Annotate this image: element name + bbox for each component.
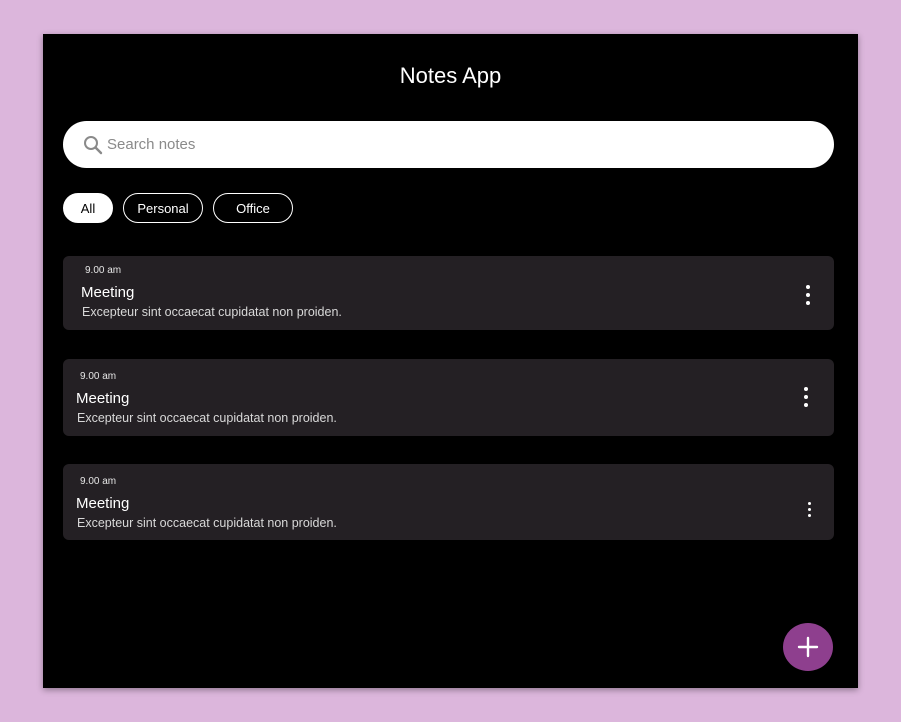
more-options-icon[interactable]	[800, 283, 816, 307]
note-body: Excepteur sint occaecat cupidatat non pr…	[77, 411, 337, 425]
filter-chip-personal[interactable]: Personal	[123, 193, 203, 223]
filter-chip-office[interactable]: Office	[213, 193, 293, 223]
note-title: Meeting	[76, 390, 130, 407]
note-time: 9.00 am	[80, 476, 117, 487]
note-title: Meeting	[81, 284, 135, 301]
note-body: Excepteur sint occaecat cupidatat non pr…	[77, 516, 337, 530]
plus-icon	[797, 636, 819, 658]
note-body: Excepteur sint occaecat cupidatat non pr…	[82, 305, 342, 319]
filter-chip-all[interactable]: All	[63, 193, 113, 223]
more-options-icon[interactable]	[798, 385, 814, 409]
search-input[interactable]	[107, 121, 807, 168]
add-note-button[interactable]	[783, 623, 833, 671]
page-title: Notes App	[399, 63, 502, 88]
note-card[interactable]: 9.00 am Meeting Excepteur sint occaecat …	[63, 256, 834, 330]
search-bar[interactable]	[63, 121, 834, 168]
note-card[interactable]: 9.00 am Meeting Excepteur sint occaecat …	[63, 464, 834, 540]
note-time: 9.00 am	[85, 265, 122, 276]
search-icon	[84, 136, 103, 155]
note-title: Meeting	[76, 495, 130, 512]
notes-app-window: Notes App All Personal Office 9.00 am Me…	[43, 34, 858, 688]
note-time: 9.00 am	[80, 371, 117, 382]
more-options-icon[interactable]	[801, 497, 817, 521]
note-card[interactable]: 9.00 am Meeting Excepteur sint occaecat …	[63, 359, 834, 436]
filter-chips: All Personal Office	[63, 193, 293, 223]
